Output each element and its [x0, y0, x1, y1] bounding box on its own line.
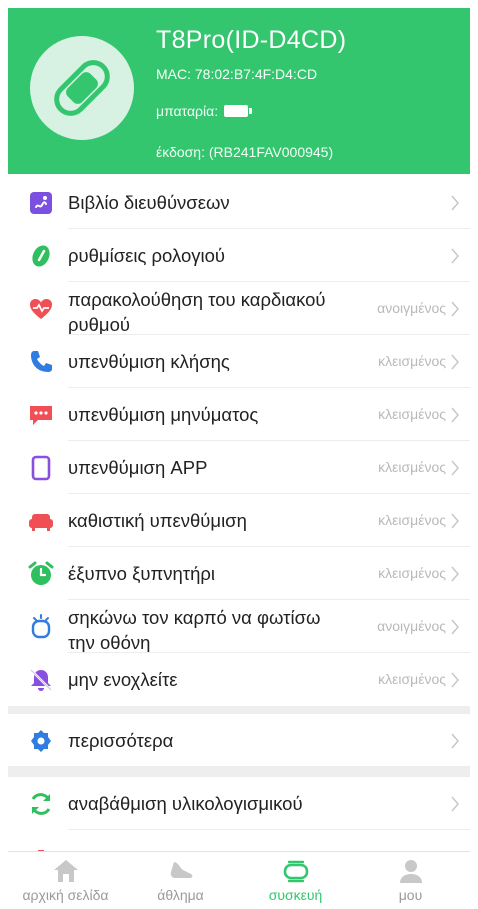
- status-text: ανοιγμένος: [377, 300, 446, 316]
- menu-label: υπενθύμιση κλήσης: [68, 351, 230, 372]
- device-version: έκδοση: (RB241FAV000945): [156, 144, 334, 160]
- menu-item-message-reminder[interactable]: υπενθύμιση μηνύματος κλεισμένος: [8, 388, 470, 441]
- menu-label: καθιστική υπενθύμιση: [68, 510, 247, 531]
- tab-label: συσκευή: [268, 887, 323, 903]
- tab-label: άθλημα: [157, 887, 204, 903]
- tab-home[interactable]: αρχική σελίδα: [8, 852, 123, 909]
- menu-label: Βιβλίο διευθύνσεων: [68, 192, 230, 213]
- tab-label: μου: [398, 887, 423, 903]
- tab-device[interactable]: συσκευή: [238, 852, 353, 909]
- watch-face-icon: [32, 245, 50, 267]
- device-battery: μπαταρία:: [156, 103, 253, 119]
- battery-label: μπαταρία:: [156, 103, 219, 119]
- menu-label: υπενθύμιση APP: [68, 457, 208, 478]
- menu-label: ρυθμίσεις ρολογιού: [68, 245, 226, 266]
- phone-icon: [31, 351, 52, 372]
- heart-rate-icon: [30, 299, 52, 319]
- menu-label: περισσότερα: [68, 730, 174, 751]
- menu-item-sedentary-reminder[interactable]: καθιστική υπενθύμιση κλεισμένος: [8, 494, 470, 547]
- tab-profile[interactable]: μου: [353, 852, 468, 909]
- device-header: T8Pro(ID-D4CD) MAC: 78:02:B7:4F:D4:CD μπ…: [8, 8, 470, 174]
- band-icon: [54, 60, 110, 116]
- chevron-right-icon: [451, 460, 459, 476]
- menu-item-raise-wrist[interactable]: σηκώνω τον καρπό να φωτίσω την οθόνη ανο…: [8, 600, 470, 653]
- profile-icon: [399, 860, 422, 883]
- status-text: κλεισμένος: [378, 353, 446, 369]
- app-icon: [31, 455, 51, 481]
- tab-label: αρχική σελίδα: [22, 887, 109, 903]
- status-text: κλεισμένος: [378, 671, 446, 687]
- refresh-icon: [31, 793, 51, 815]
- alarm-clock-icon: [28, 561, 54, 585]
- menu-label: σηκώνω τον καρπό να φωτίσω την οθόνη: [68, 607, 321, 653]
- home-icon: [53, 860, 78, 882]
- device-name: T8Pro(ID-D4CD): [156, 26, 347, 54]
- gear-icon: [31, 730, 51, 752]
- status-text: ανοιγμένος: [377, 618, 446, 634]
- device-mac: MAC: 78:02:B7:4F:D4:CD: [156, 66, 318, 82]
- chevron-right-icon: [451, 301, 459, 317]
- raise-wrist-icon: [31, 614, 51, 639]
- menu-label: παρακολούθηση του καρδιακού ρυθμού: [68, 289, 326, 335]
- device-avatar: [30, 36, 134, 140]
- menu-label: υπενθύμιση μηνύματος: [68, 404, 259, 425]
- address-book-icon: [30, 192, 52, 214]
- sofa-icon: [29, 514, 53, 531]
- chevron-right-icon: [451, 672, 459, 688]
- chevron-right-icon: [451, 354, 459, 370]
- menu-item-do-not-disturb[interactable]: μην ενοχλείτε κλεισμένος: [8, 653, 470, 706]
- chevron-right-icon: [451, 619, 459, 635]
- chevron-right-icon: [451, 513, 459, 529]
- chevron-right-icon: [451, 407, 459, 423]
- status-text: κλεισμένος: [378, 459, 446, 475]
- status-text: κλεισμένος: [378, 406, 446, 422]
- menu-item-call-reminder[interactable]: υπενθύμιση κλήσης κλεισμένος: [8, 335, 470, 388]
- chevron-right-icon: [451, 248, 459, 264]
- menu-item-app-reminder[interactable]: υπενθύμιση APP κλεισμένος: [8, 441, 470, 494]
- battery-icon: [224, 105, 253, 117]
- menu-label: αναβάθμιση υλικολογισμικού: [68, 793, 303, 814]
- menu-item-firmware-upgrade[interactable]: αναβάθμιση υλικολογισμικού: [8, 777, 470, 830]
- menu-label: μην ενοχλείτε: [68, 669, 178, 690]
- menu-item-smart-alarm[interactable]: έξυπνο ξυπνητήρι κλεισμένος: [8, 547, 470, 600]
- chevron-right-icon: [451, 566, 459, 582]
- menu-item-heart-rate[interactable]: παρακολούθηση του καρδιακού ρυθμού ανοιγ…: [8, 282, 470, 335]
- tab-sport[interactable]: άθλημα: [123, 852, 238, 909]
- menu-item-address-book[interactable]: Βιβλίο διευθύνσεων: [8, 176, 470, 229]
- status-text: κλεισμένος: [378, 512, 446, 528]
- chevron-right-icon: [451, 733, 459, 749]
- menu-label: έξυπνο ξυπνητήρι: [68, 563, 216, 584]
- chevron-right-icon: [451, 195, 459, 211]
- bell-off-icon: [30, 669, 52, 691]
- menu-item-watch-settings[interactable]: ρυθμίσεις ρολογιού: [8, 229, 470, 282]
- sport-icon: [170, 862, 192, 878]
- menu-item-more[interactable]: περισσότερα: [8, 714, 470, 767]
- chevron-right-icon: [451, 796, 459, 812]
- message-icon: [30, 406, 52, 425]
- status-text: κλεισμένος: [378, 565, 446, 581]
- device-icon: [283, 860, 308, 883]
- bottom-tab-bar: αρχική σελίδα άθλημα συσκευή μου: [8, 851, 470, 909]
